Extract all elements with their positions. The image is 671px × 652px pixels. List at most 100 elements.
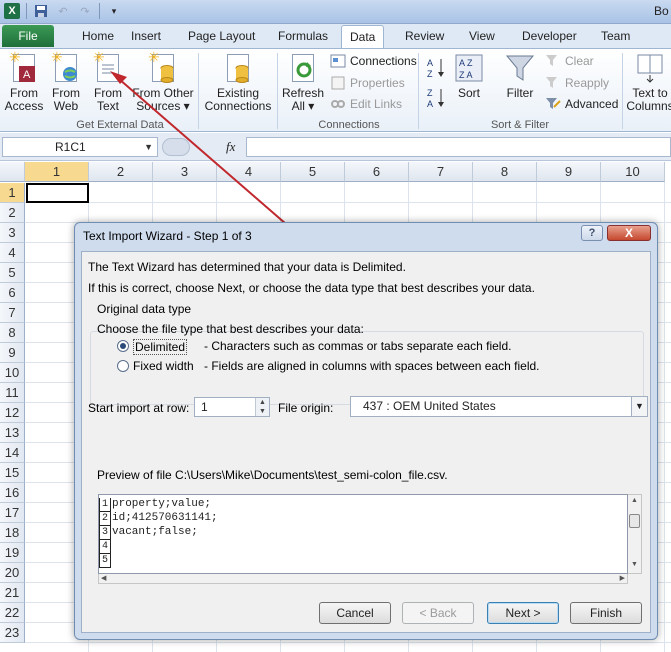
close-button[interactable]: X <box>607 225 651 241</box>
row-header[interactable]: 2 <box>0 203 25 223</box>
get-external-data-group-label: Get External Data <box>76 119 164 131</box>
reapply-button[interactable]: Reapply <box>545 76 609 90</box>
refresh-all-button[interactable]: Refresh All ▾ <box>280 53 326 113</box>
row-header[interactable]: 3 <box>0 223 25 243</box>
spinner-arrows-icon[interactable]: ▲ ▼ <box>255 398 269 416</box>
delimited-label[interactable]: Delimited <box>133 339 188 355</box>
tab-data[interactable]: Data <box>341 25 385 49</box>
row-header[interactable]: 21 <box>0 583 25 603</box>
sort-label: Sort <box>457 86 480 100</box>
help-button[interactable]: ? <box>581 225 603 241</box>
file-origin-select[interactable]: 437 : OEM United States ▼ <box>350 396 648 417</box>
delimited-radio[interactable] <box>117 340 129 352</box>
chevron-down-icon[interactable]: ▼ <box>631 397 647 416</box>
from-other-sources-button[interactable]: ✳ From Other Sources ▾ <box>130 50 196 113</box>
row-header[interactable]: 22 <box>0 603 25 623</box>
row-header[interactable]: 14 <box>0 443 25 463</box>
redo-icon[interactable]: ↷ <box>77 3 93 19</box>
tab-insert[interactable]: Insert <box>131 29 161 43</box>
tab-developer[interactable]: Developer <box>522 29 577 43</box>
scroll-left-icon[interactable]: ◀ <box>101 574 106 582</box>
properties-button[interactable]: Properties <box>330 76 405 90</box>
formula-bar-collapse-handle[interactable] <box>162 138 190 156</box>
scroll-down-icon[interactable]: ▼ <box>631 561 638 568</box>
advanced-filter-button[interactable]: Advanced <box>545 97 618 111</box>
database-icon: ✳ <box>148 50 178 83</box>
customize-qat-icon[interactable]: ▾ <box>106 3 122 19</box>
row-header[interactable]: 15 <box>0 463 25 483</box>
from-access-button[interactable]: ✳ A From Access <box>4 50 44 113</box>
clear-button[interactable]: Clear <box>545 54 594 68</box>
from-web-button[interactable]: ✳ From Web <box>47 50 85 113</box>
column-header[interactable]: 8 <box>473 162 537 182</box>
row-header[interactable]: 5 <box>0 263 25 283</box>
cancel-button[interactable]: Cancel <box>319 602 391 624</box>
column-header[interactable]: 7 <box>409 162 473 182</box>
column-header[interactable]: 10 <box>601 162 665 182</box>
row-header[interactable]: 13 <box>0 423 25 443</box>
fixed-width-radio[interactable] <box>117 360 129 372</box>
row-header[interactable]: 16 <box>0 483 25 503</box>
from-text-button[interactable]: ✳ From Text <box>89 50 127 113</box>
row-header[interactable]: 10 <box>0 363 25 383</box>
save-icon[interactable] <box>33 3 49 19</box>
tab-formulas[interactable]: Formulas <box>278 29 328 43</box>
edit-links-label: Edit Links <box>350 97 403 111</box>
row-header[interactable]: 23 <box>0 623 25 643</box>
connections-button[interactable]: Connections <box>330 54 417 68</box>
excel-logo-icon[interactable]: X <box>4 3 20 19</box>
scroll-up-icon[interactable]: ▲ <box>631 497 638 504</box>
row-header[interactable]: 9 <box>0 343 25 363</box>
scroll-right-icon[interactable]: ▶ <box>620 574 625 582</box>
column-header[interactable]: 4 <box>217 162 281 182</box>
preview-vertical-scrollbar[interactable]: ▲ ▼ <box>628 494 642 574</box>
formula-input[interactable] <box>246 137 671 157</box>
row-header[interactable]: 20 <box>0 563 25 583</box>
undo-icon[interactable]: ↶ <box>55 3 71 19</box>
start-row-spinner[interactable]: 1 ▲ ▼ <box>194 397 270 417</box>
column-header[interactable]: 6 <box>345 162 409 182</box>
tab-home[interactable]: Home <box>82 29 114 43</box>
row-header[interactable]: 4 <box>0 243 25 263</box>
insert-function-icon[interactable]: fx <box>226 139 235 155</box>
next-button[interactable]: Next > <box>487 602 559 624</box>
tab-page-layout[interactable]: Page Layout <box>188 29 255 43</box>
row-header[interactable]: 7 <box>0 303 25 323</box>
row-header[interactable]: 12 <box>0 403 25 423</box>
file-preview[interactable]: 1 property;value; 2 id;412570631141; 3 vacant… <box>98 494 628 574</box>
row-header[interactable]: 1 <box>0 183 25 203</box>
row-header[interactable]: 18 <box>0 523 25 543</box>
active-cell[interactable] <box>26 183 89 203</box>
row-header[interactable]: 8 <box>0 323 25 343</box>
filter-button[interactable]: Filter <box>500 53 540 100</box>
column-header[interactable]: 9 <box>537 162 601 182</box>
sort-za-icon: ZA <box>427 88 444 109</box>
edit-links-button[interactable]: Edit Links <box>330 97 402 111</box>
tab-file[interactable]: File <box>2 25 54 47</box>
name-box-dropdown-icon[interactable]: ▼ <box>144 138 153 156</box>
sort-button[interactable]: A Z Z A Sort <box>450 53 488 100</box>
tab-review[interactable]: Review <box>405 29 444 43</box>
column-header[interactable]: 5 <box>281 162 345 182</box>
row-header[interactable]: 11 <box>0 383 25 403</box>
sort-ascending-button[interactable]: AZ <box>424 57 448 82</box>
fixed-width-label[interactable]: Fixed width <box>133 359 194 373</box>
column-header[interactable]: 2 <box>89 162 153 182</box>
tab-view[interactable]: View <box>469 29 495 43</box>
name-box[interactable]: R1C1 ▼ <box>2 137 158 157</box>
row-header[interactable]: 6 <box>0 283 25 303</box>
sort-descending-button[interactable]: ZA <box>424 87 448 112</box>
preview-line: 4 <box>99 539 619 554</box>
text-to-columns-button[interactable]: Text to Columns <box>626 53 671 113</box>
finish-button[interactable]: Finish <box>570 602 642 624</box>
tab-team[interactable]: Team <box>601 29 630 43</box>
scrollbar-thumb[interactable] <box>629 514 640 528</box>
existing-connections-button[interactable]: Existing Connections <box>200 53 276 113</box>
back-button[interactable]: < Back <box>402 602 474 624</box>
column-header[interactable]: 1 <box>25 162 89 182</box>
row-header[interactable]: 17 <box>0 503 25 523</box>
select-all-corner[interactable] <box>0 162 25 182</box>
preview-horizontal-scrollbar[interactable]: ◀ ▶ <box>98 574 628 584</box>
row-header[interactable]: 19 <box>0 543 25 563</box>
column-header[interactable]: 3 <box>153 162 217 182</box>
